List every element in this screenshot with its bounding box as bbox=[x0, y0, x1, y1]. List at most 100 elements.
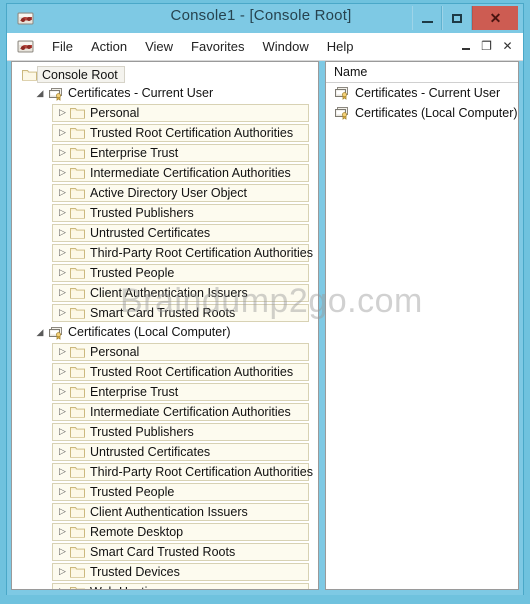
tree-node-store-box[interactable]: ▷ Remote Desktop bbox=[52, 522, 309, 541]
tree-node-store[interactable]: ▷ Trusted People bbox=[12, 482, 318, 501]
tree-node-console-root[interactable]: Console Root bbox=[12, 65, 318, 84]
tree-node-store-box[interactable]: ▷ Trusted People bbox=[52, 263, 309, 282]
expander-collapsed-icon[interactable]: ▷ bbox=[55, 386, 70, 397]
tree-node-store-box[interactable]: ▷ Trusted People bbox=[52, 482, 309, 501]
tree-node-store[interactable]: ▷ Personal bbox=[12, 342, 318, 361]
tree-node-store-box[interactable]: ▷ Smart Card Trusted Roots bbox=[52, 542, 309, 561]
tree-node-snapin[interactable]: ◢ Certificates - Current User bbox=[12, 84, 318, 103]
expander-collapsed-icon[interactable]: ▷ bbox=[55, 426, 70, 437]
tree-node-store-box[interactable]: ▷ Personal bbox=[52, 103, 309, 122]
folder-icon bbox=[70, 405, 85, 418]
tree-node-store-box[interactable]: ▷ Third-Party Root Certification Authorit… bbox=[52, 462, 313, 481]
tree-node-snapin[interactable]: ◢ Certificates (Local Computer) bbox=[12, 323, 318, 342]
mdi-close-button[interactable]: ✕ bbox=[498, 37, 517, 55]
list-item[interactable]: Certificates - Current User bbox=[326, 83, 518, 103]
tree-node-store[interactable]: ▷ Trusted People bbox=[12, 263, 318, 282]
tree-node-store[interactable]: ▷ Client Authentication Issuers bbox=[12, 502, 318, 521]
menu-item-window[interactable]: Window bbox=[254, 36, 318, 57]
menu-item-favorites[interactable]: Favorites bbox=[182, 36, 253, 57]
tree-node-store[interactable]: ▷ Enterprise Trust bbox=[12, 143, 318, 162]
tree-node-store-box[interactable]: ▷ Trusted Root Certification Authorities bbox=[52, 123, 309, 142]
tree-node-store[interactable]: ▷ Intermediate Certification Authorities bbox=[12, 163, 318, 182]
tree-node-store-box[interactable]: ▷ Active Directory User Object bbox=[52, 183, 309, 202]
tree-node-store-box[interactable]: ▷ Client Authentication Issuers bbox=[52, 502, 309, 521]
tree-node-store-box[interactable]: ▷ Trusted Devices bbox=[52, 562, 309, 581]
tree-node-store[interactable]: ▷ Active Directory User Object bbox=[12, 183, 318, 202]
folder-icon bbox=[70, 106, 85, 119]
expander-expanded-icon[interactable]: ◢ bbox=[32, 327, 48, 338]
expander-collapsed-icon[interactable]: ▷ bbox=[55, 227, 70, 238]
expander-collapsed-icon[interactable]: ▷ bbox=[55, 546, 70, 557]
expander-collapsed-icon[interactable]: ▷ bbox=[55, 346, 70, 357]
expander-collapsed-icon[interactable]: ▷ bbox=[55, 506, 70, 517]
tree-node-store-box[interactable]: ▷ Enterprise Trust bbox=[52, 143, 309, 162]
tree-node-store[interactable]: ▷ Trusted Root Certification Authorities bbox=[12, 123, 318, 142]
expander-collapsed-icon[interactable]: ▷ bbox=[55, 207, 70, 218]
tree-node-store-box[interactable]: ▷ Trusted Root Certification Authorities bbox=[52, 362, 309, 381]
expander-collapsed-icon[interactable]: ▷ bbox=[55, 307, 70, 318]
tree-node-store[interactable]: ▷ Personal bbox=[12, 103, 318, 122]
expander-expanded-icon[interactable]: ◢ bbox=[32, 88, 48, 99]
tree-node-store[interactable]: ▷ Trusted Publishers bbox=[12, 203, 318, 222]
tree-node-label: Intermediate Certification Authorities bbox=[90, 165, 291, 180]
tree-node-store[interactable]: ▷ Third-Party Root Certification Authorit… bbox=[12, 243, 318, 262]
folder-icon bbox=[70, 286, 85, 299]
expander-collapsed-icon[interactable]: ▷ bbox=[55, 267, 70, 278]
mdi-minimize-button[interactable] bbox=[456, 37, 475, 55]
expander-collapsed-icon[interactable]: ▷ bbox=[55, 167, 70, 178]
expander-collapsed-icon[interactable]: ▷ bbox=[55, 586, 70, 589]
tree-node-store[interactable]: ▷ Trusted Devices bbox=[12, 562, 318, 581]
tree-node-store-box[interactable]: ▷ Web Hosting bbox=[52, 582, 309, 589]
tree-node-store[interactable]: ▷ Untrusted Certificates bbox=[12, 442, 318, 461]
menu-item-action[interactable]: Action bbox=[82, 36, 136, 57]
list-item[interactable]: Certificates (Local Computer) bbox=[326, 103, 518, 123]
expander-collapsed-icon[interactable]: ▷ bbox=[55, 366, 70, 377]
tree-node-store-box[interactable]: ▷ Untrusted Certificates bbox=[52, 223, 309, 242]
tree-node-store-box[interactable]: ▷ Enterprise Trust bbox=[52, 382, 309, 401]
minimize-button[interactable] bbox=[412, 6, 442, 30]
tree-node-store-box[interactable]: ▷ Smart Card Trusted Roots bbox=[52, 303, 309, 322]
tree-node-store-box[interactable]: ▷ Client Authentication Issuers bbox=[52, 283, 309, 302]
expander-collapsed-icon[interactable]: ▷ bbox=[55, 566, 70, 577]
tree-node-store[interactable]: ▷ Intermediate Certification Authorities bbox=[12, 402, 318, 421]
expander-collapsed-icon[interactable]: ▷ bbox=[55, 466, 70, 477]
expander-collapsed-icon[interactable]: ▷ bbox=[55, 107, 70, 118]
tree-node-store[interactable]: ▷ Smart Card Trusted Roots bbox=[12, 303, 318, 322]
mdi-restore-button[interactable]: ❐ bbox=[477, 37, 496, 55]
tree-node-store-box[interactable]: ▷ Third-Party Root Certification Authorit… bbox=[52, 243, 313, 262]
expander-collapsed-icon[interactable]: ▷ bbox=[55, 526, 70, 537]
tree-node-store[interactable]: ▷ Enterprise Trust bbox=[12, 382, 318, 401]
expander-collapsed-icon[interactable]: ▷ bbox=[55, 486, 70, 497]
tree-node-store[interactable]: ▷ Client Authentication Issuers bbox=[12, 283, 318, 302]
expander-collapsed-icon[interactable]: ▷ bbox=[55, 127, 70, 138]
column-header-name[interactable]: Name bbox=[326, 62, 518, 83]
maximize-button[interactable] bbox=[442, 6, 472, 30]
expander-collapsed-icon[interactable]: ▷ bbox=[55, 187, 70, 198]
expander-collapsed-icon[interactable]: ▷ bbox=[55, 147, 70, 158]
tree-node-store[interactable]: ▷ Third-Party Root Certification Authorit… bbox=[12, 462, 318, 481]
tree-node-store[interactable]: ▷ Web Hosting bbox=[12, 582, 318, 589]
folder-icon bbox=[70, 505, 85, 518]
tree-node-store-box[interactable]: ▷ Trusted Publishers bbox=[52, 422, 309, 441]
tree-node-label: Smart Card Trusted Roots bbox=[90, 305, 236, 320]
tree-node-label: Trusted Publishers bbox=[90, 205, 194, 220]
tree-node-store-box[interactable]: ▷ Personal bbox=[52, 342, 309, 361]
expander-collapsed-icon[interactable]: ▷ bbox=[55, 406, 70, 417]
tree-node-store-box[interactable]: ▷ Intermediate Certification Authorities bbox=[52, 163, 309, 182]
tree-node-store[interactable]: ▷ Untrusted Certificates bbox=[12, 223, 318, 242]
tree-node-store-box[interactable]: ▷ Intermediate Certification Authorities bbox=[52, 402, 309, 421]
menu-item-file[interactable]: File bbox=[43, 36, 82, 57]
menu-item-view[interactable]: View bbox=[136, 36, 182, 57]
menu-item-help[interactable]: Help bbox=[318, 36, 363, 57]
tree-node-store-box[interactable]: ▷ Trusted Publishers bbox=[52, 203, 309, 222]
tree-node-label: Intermediate Certification Authorities bbox=[90, 404, 291, 419]
expander-collapsed-icon[interactable]: ▷ bbox=[55, 247, 70, 258]
expander-collapsed-icon[interactable]: ▷ bbox=[55, 287, 70, 298]
tree-node-store[interactable]: ▷ Remote Desktop bbox=[12, 522, 318, 541]
tree-node-store-box[interactable]: ▷ Untrusted Certificates bbox=[52, 442, 309, 461]
tree-node-store[interactable]: ▷ Smart Card Trusted Roots bbox=[12, 542, 318, 561]
tree-node-store[interactable]: ▷ Trusted Root Certification Authorities bbox=[12, 362, 318, 381]
expander-collapsed-icon[interactable]: ▷ bbox=[55, 446, 70, 457]
close-button[interactable]: ✕ bbox=[472, 6, 518, 30]
tree-node-store[interactable]: ▷ Trusted Publishers bbox=[12, 422, 318, 441]
